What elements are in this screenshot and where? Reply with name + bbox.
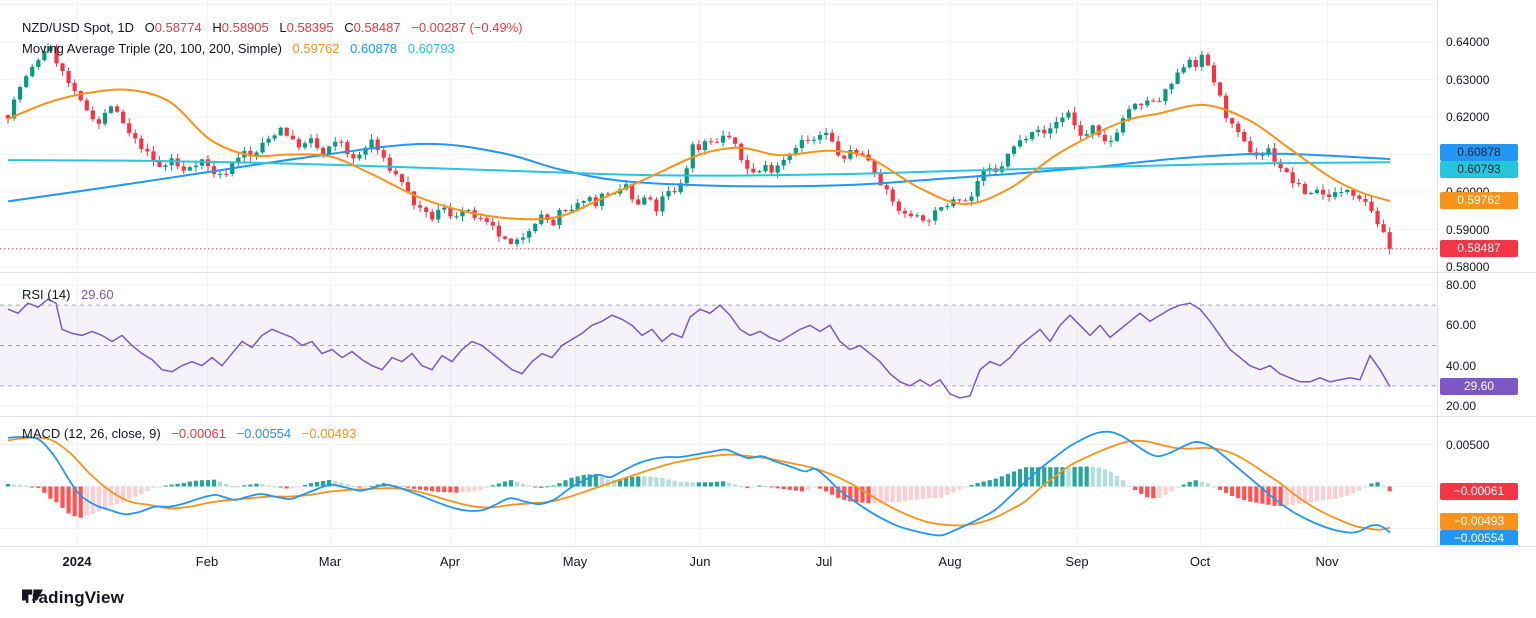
tradingview-chart-window: NZD/USD Spot, 1D O0.58774 H0.58905 L0.58… [0,0,1536,618]
macd-indicator-title: MACD (12, 26, close, 9) [22,426,161,441]
time-axis-label: Jul [816,554,833,569]
rsi-legend-row[interactable]: RSI (14) 29.60 [22,287,121,302]
macd-signal-value: −0.00493 [302,426,357,441]
last-price-badge: 0.58487 [1440,240,1518,257]
open-value: 0.58774 [155,20,202,35]
rsi-value: 29.60 [81,287,114,302]
symbol-legend-row[interactable]: NZD/USD Spot, 1D O0.58774 H0.58905 L0.58… [22,20,530,35]
ma-indicator-title: Moving Average Triple (20, 100, 200, Sim… [22,41,282,56]
close-label: C [344,20,353,35]
price-scale-badges: 0.608780.607930.597620.5848729.60−0.0006… [0,0,1536,545]
close-value: 0.58487 [354,20,401,35]
ma20-value: 0.59762 [293,41,340,56]
time-axis-label: Apr [440,554,460,569]
low-value: 0.58395 [287,20,334,35]
time-axis-label: Aug [938,554,961,569]
rsi-indicator-title: RSI (14) [22,287,70,302]
ma200-value: 0.60793 [408,41,455,56]
time-axis-label: Nov [1315,554,1338,569]
macd-line-value: −0.00554 [237,426,292,441]
symbol-title: NZD/USD Spot, 1D [22,20,134,35]
macd-hist-badge: −0.00061 [1440,483,1518,500]
time-axis-label: Jun [690,554,711,569]
macd-line-badge: −0.00554 [1440,530,1518,545]
time-axis-label: Sep [1065,554,1088,569]
time-axis-label: Mar [319,554,341,569]
ma-legend-row[interactable]: Moving Average Triple (20, 100, 200, Sim… [22,41,462,56]
time-axis[interactable]: 2024 Feb Mar Apr May Jun Jul Aug Sep Oct Nov [0,547,1536,577]
time-axis-label: Oct [1190,554,1210,569]
rsi-badge: 29.60 [1440,378,1518,395]
open-label: O [145,20,155,35]
ma100-badge: 0.60878 [1440,144,1518,161]
macd-hist-value: −0.00061 [171,426,226,441]
change-value: −0.00287 (−0.49%) [411,20,522,35]
time-axis-label: May [563,554,588,569]
ma100-value: 0.60878 [350,41,397,56]
time-axis-label: Feb [196,554,218,569]
tradingview-logo-icon [22,588,43,602]
high-label: H [212,20,221,35]
macd-signal-badge: −0.00493 [1440,513,1518,530]
time-axis-label: 2024 [63,554,92,569]
macd-legend-row[interactable]: MACD (12, 26, close, 9) −0.00061 −0.0055… [22,426,363,441]
ma200-badge: 0.60793 [1440,161,1518,178]
low-label: L [279,20,286,35]
tradingview-logo[interactable]: TradingView [22,588,124,608]
ma20-badge: 0.59762 [1440,192,1518,209]
high-value: 0.58905 [222,20,269,35]
